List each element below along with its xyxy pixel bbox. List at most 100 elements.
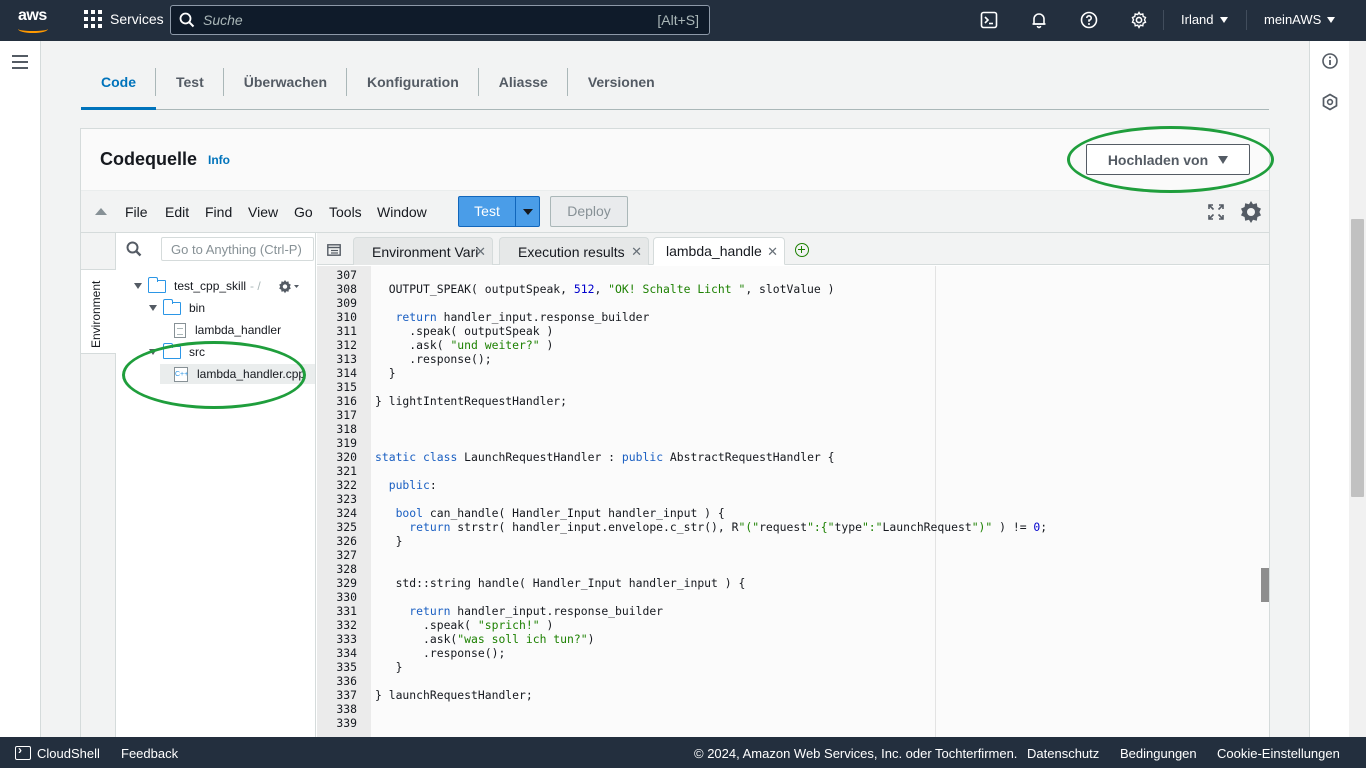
line-content: .speak( outputSpeak ) xyxy=(375,324,554,338)
tab-aliases[interactable]: Aliasse xyxy=(479,60,568,110)
editor-tab-execution-results[interactable]: Execution results ✕ xyxy=(499,237,649,265)
menu-go[interactable]: Go xyxy=(294,204,313,220)
code-line: 311 .speak( outputSpeak ) xyxy=(317,324,1269,338)
right-side-panel xyxy=(1309,41,1349,737)
search-icon xyxy=(126,241,142,257)
code-line: 323 xyxy=(317,492,1269,506)
panel-header: Codequelle Info Hochladen von xyxy=(81,129,1269,191)
cookie-settings-link[interactable]: Cookie-Einstellungen xyxy=(1217,746,1340,761)
scrollbar-thumb[interactable] xyxy=(1351,219,1364,497)
region-selector[interactable]: Irland xyxy=(1181,12,1228,27)
test-button[interactable]: Test xyxy=(459,197,516,226)
tree-folder-root[interactable]: test_cpp_skill - / xyxy=(134,276,261,296)
line-number: 311 xyxy=(336,324,357,338)
cloudshell-link[interactable]: CloudShell xyxy=(15,743,100,761)
cloudshell-icon[interactable] xyxy=(979,10,999,30)
tree-settings-gear-icon[interactable] xyxy=(278,279,302,295)
fullscreen-icon[interactable] xyxy=(1208,204,1224,220)
menu-tools[interactable]: Tools xyxy=(329,204,362,220)
upload-from-button[interactable]: Hochladen von xyxy=(1086,144,1250,175)
code-line: 308 OUTPUT_SPEAK( outputSpeak, 512, "OK!… xyxy=(317,282,1269,296)
tab-versions[interactable]: Versionen xyxy=(568,60,675,110)
search-shortcut-hint: [Alt+S] xyxy=(657,12,699,28)
line-number: 322 xyxy=(336,478,357,492)
tab-configuration[interactable]: Konfiguration xyxy=(347,60,479,110)
preferences-gear-icon[interactable] xyxy=(1238,199,1264,225)
line-number: 309 xyxy=(336,296,357,310)
info-icon[interactable] xyxy=(1321,52,1339,70)
tree-file-lambda-handler-binary[interactable]: lambda_handler xyxy=(174,320,281,340)
help-icon[interactable] xyxy=(1079,10,1099,30)
tab-list-icon[interactable] xyxy=(327,243,341,256)
line-content: .response(); xyxy=(375,352,492,366)
tab-test[interactable]: Test xyxy=(156,60,224,110)
caret-down-icon xyxy=(1218,155,1229,164)
info-link[interactable]: Info xyxy=(208,153,230,167)
line-number: 315 xyxy=(336,380,357,394)
editor-tab-environment-variables[interactable]: Environment Vari ✕ xyxy=(353,237,493,265)
aws-logo[interactable]: aws xyxy=(16,6,52,36)
tree-folder-src[interactable]: src xyxy=(149,342,205,362)
privacy-link[interactable]: Datenschutz xyxy=(1027,746,1099,761)
caret-down-icon xyxy=(1219,16,1228,23)
code-line: 326 } xyxy=(317,534,1269,548)
function-tabs: Code Test Überwachen Konfiguration Alias… xyxy=(81,60,1269,110)
environment-tab[interactable]: Environment xyxy=(81,269,116,354)
menu-file[interactable]: File xyxy=(125,204,148,220)
tree-file-lambda-handler-cpp[interactable]: C++ lambda_handler.cpp xyxy=(160,364,315,384)
code-line: 324 bool can_handle( Handler_Input handl… xyxy=(317,506,1269,520)
line-number: 328 xyxy=(336,562,357,576)
bell-icon[interactable] xyxy=(1029,10,1049,30)
editor-scroll-indicator[interactable] xyxy=(1261,568,1269,602)
code-line: 335 } xyxy=(317,660,1269,674)
file-tree: test_cpp_skill- / bin lambda_handler src… xyxy=(116,233,316,738)
collapse-triangle-icon[interactable] xyxy=(95,208,107,215)
menu-window[interactable]: Window xyxy=(377,204,427,220)
services-menu-button[interactable]: Services xyxy=(84,10,164,28)
close-icon[interactable]: ✕ xyxy=(631,244,642,260)
line-content: return strstr( handler_input.envelope.c_… xyxy=(409,520,1048,534)
close-icon[interactable]: ✕ xyxy=(475,244,486,260)
line-content: .ask( "und weiter?" ) xyxy=(375,338,554,352)
line-number: 316 xyxy=(336,394,357,408)
account-menu[interactable]: meinAWS xyxy=(1264,12,1336,27)
deploy-button[interactable]: Deploy xyxy=(550,196,628,227)
menu-view[interactable]: View xyxy=(248,204,278,220)
feedback-link[interactable]: Feedback xyxy=(121,746,178,761)
page-scrollbar[interactable] xyxy=(1349,41,1366,737)
caret-down-icon xyxy=(1327,16,1336,23)
menu-edit[interactable]: Edit xyxy=(165,204,189,220)
tree-folder-bin[interactable]: bin xyxy=(149,298,205,318)
tab-code[interactable]: Code xyxy=(81,60,156,110)
grid-icon xyxy=(84,10,102,28)
search-input[interactable] xyxy=(203,12,658,28)
hamburger-menu-icon[interactable] xyxy=(12,55,28,69)
code-line: 313 .response(); xyxy=(317,352,1269,366)
editor-tab-lambda-handler[interactable]: lambda_handler ✕ xyxy=(653,237,785,265)
code-line: 330 xyxy=(317,590,1269,604)
code-line: 318 xyxy=(317,422,1269,436)
tab-monitor[interactable]: Überwachen xyxy=(224,60,347,110)
code-line: 319 xyxy=(317,436,1269,450)
line-content: bool can_handle( Handler_Input handler_i… xyxy=(395,506,725,520)
close-icon[interactable]: ✕ xyxy=(767,244,778,260)
folder-icon xyxy=(162,342,181,359)
add-tab-icon[interactable] xyxy=(795,243,809,257)
terms-link[interactable]: Bedingungen xyxy=(1120,746,1197,761)
menu-find[interactable]: Find xyxy=(205,204,232,220)
expand-triangle-icon xyxy=(149,305,157,311)
test-dropdown-button[interactable] xyxy=(516,197,539,226)
hexagon-icon[interactable] xyxy=(1321,93,1339,111)
search-box[interactable]: [Alt+S] xyxy=(170,5,710,35)
line-content: public: xyxy=(388,478,437,492)
environment-strip: Environment xyxy=(81,233,116,738)
line-number: 317 xyxy=(336,408,357,422)
editor-tab-bar: Environment Vari ✕ Execution results ✕ l… xyxy=(317,233,1269,265)
go-to-anything-input[interactable] xyxy=(161,237,314,261)
code-editor[interactable]: 307 308 OUTPUT_SPEAK( outputSpeak, 512, "… xyxy=(317,266,1269,738)
code-line: 316} lightIntentRequestHandler; xyxy=(317,394,1269,408)
line-number: 334 xyxy=(336,646,357,660)
settings-icon[interactable] xyxy=(1129,10,1149,30)
line-content: } launchRequestHandler; xyxy=(375,688,533,702)
code-line: 331 return handler_input.response_builde… xyxy=(317,604,1269,618)
